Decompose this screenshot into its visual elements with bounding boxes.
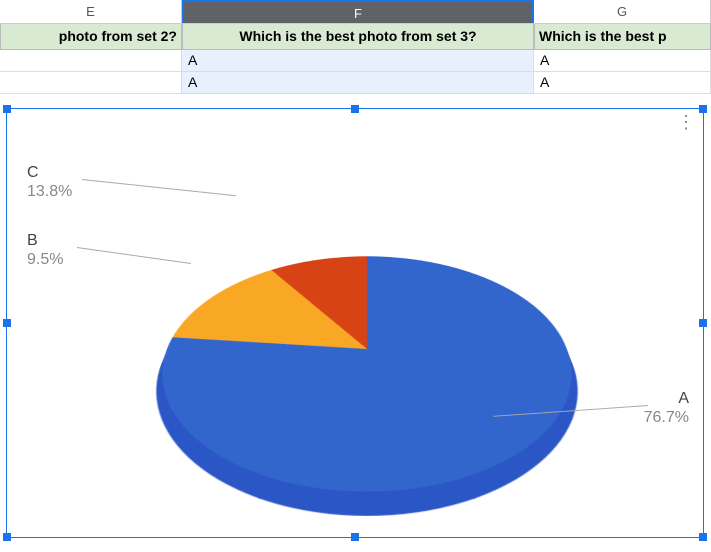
cell[interactable]: A [534, 50, 711, 72]
chart-menu-button[interactable]: ⋮ [677, 119, 693, 141]
resize-handle[interactable] [3, 533, 11, 541]
cell[interactable]: A [182, 50, 534, 72]
table-row: A A [0, 72, 711, 94]
more-vert-icon: ⋮ [677, 119, 693, 125]
slice-name: C [27, 163, 72, 182]
resize-handle[interactable] [699, 319, 707, 327]
header-row: photo from set 2? Which is the best phot… [0, 24, 711, 50]
column-header-g[interactable]: G [534, 0, 711, 23]
header-cell-e[interactable]: photo from set 2? [0, 24, 182, 50]
resize-handle[interactable] [3, 319, 11, 327]
resize-handle[interactable] [699, 533, 707, 541]
chart-object[interactable]: ⋮ C 13.8% B 9.5% A 76.7% [6, 108, 704, 538]
column-header-f[interactable]: F [182, 0, 534, 23]
slice-label-c: C 13.8% [27, 163, 72, 201]
cell[interactable]: A [534, 72, 711, 94]
resize-handle[interactable] [351, 533, 359, 541]
slice-percent: 76.7% [644, 408, 689, 427]
resize-handle[interactable] [3, 105, 11, 113]
slice-label-a: A 76.7% [644, 389, 689, 427]
cell[interactable] [0, 50, 182, 72]
pie-chart [167, 149, 567, 489]
slice-percent: 9.5% [27, 250, 63, 269]
slice-percent: 13.8% [27, 182, 72, 201]
slice-name: A [644, 389, 689, 408]
slice-label-b: B 9.5% [27, 231, 63, 269]
header-cell-f[interactable]: Which is the best photo from set 3? [182, 24, 534, 50]
column-letter-row: E F G [0, 0, 711, 24]
cell[interactable] [0, 72, 182, 94]
header-cell-g[interactable]: Which is the best p [534, 24, 711, 50]
slice-name: B [27, 231, 63, 250]
resize-handle[interactable] [699, 105, 707, 113]
table-row: A A [0, 50, 711, 72]
cell[interactable]: A [182, 72, 534, 94]
resize-handle[interactable] [351, 105, 359, 113]
column-header-e[interactable]: E [0, 0, 182, 23]
